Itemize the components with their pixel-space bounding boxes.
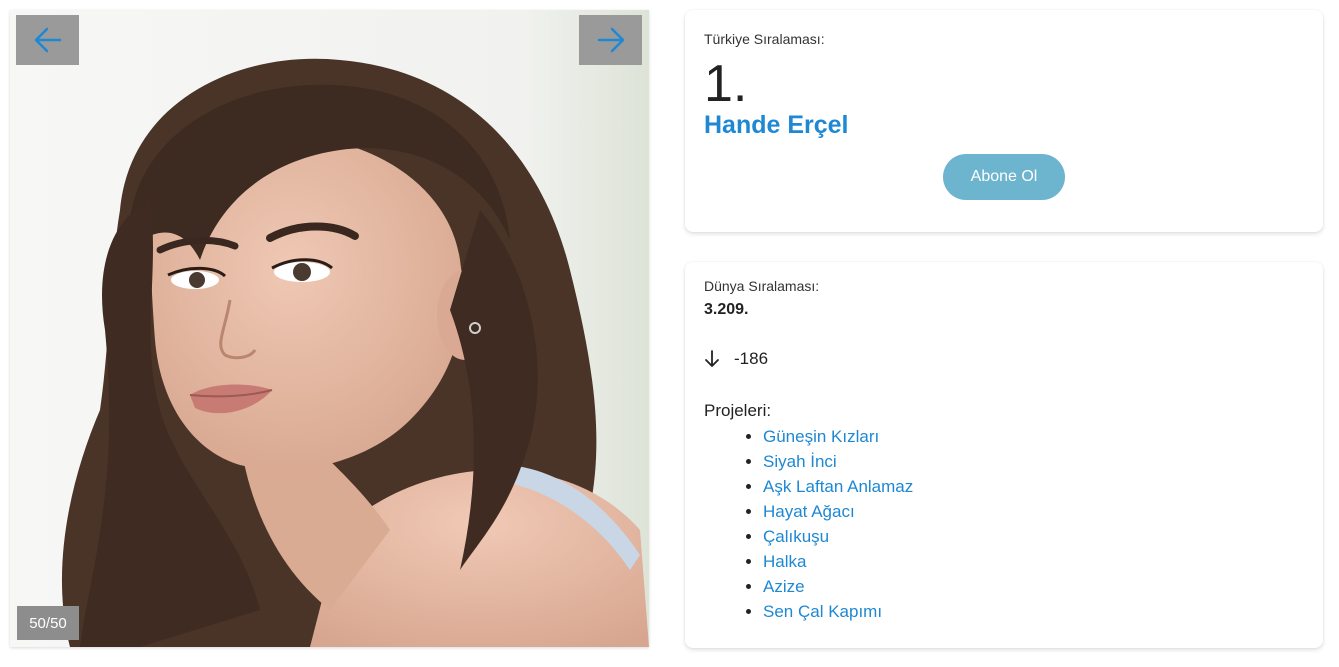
next-photo-button[interactable]: [579, 15, 642, 65]
world-ranking-value: 3.209.: [704, 301, 749, 318]
list-item: Sen Çal Kapımı: [763, 599, 913, 624]
profile-photo: [10, 10, 649, 647]
arrow-right-icon: [597, 27, 624, 53]
world-ranking-card: Dünya Sıralaması: 3.209. -186 Projeleri:…: [685, 262, 1323, 648]
project-link[interactable]: Çalıkuşu: [763, 527, 829, 546]
world-ranking-label: Dünya Sıralaması:: [704, 278, 820, 294]
project-link[interactable]: Azize: [763, 577, 805, 596]
arrow-left-icon: [34, 27, 61, 53]
list-item: Siyah İnci: [763, 449, 913, 474]
list-item: Halka: [763, 549, 913, 574]
project-link[interactable]: Aşk Laftan Anlamaz: [763, 477, 913, 496]
list-item: Hayat Ağacı: [763, 499, 913, 524]
turkey-ranking-label: Türkiye Sıralaması:: [704, 31, 825, 47]
list-item: Aşk Laftan Anlamaz: [763, 474, 913, 499]
project-link[interactable]: Güneşin Kızları: [763, 427, 879, 446]
project-link[interactable]: Halka: [763, 552, 806, 571]
turkey-ranking-value: 1.: [704, 55, 748, 113]
list-item: Azize: [763, 574, 913, 599]
rank-change: -186: [704, 349, 768, 369]
projects-title: Projeleri:: [704, 401, 772, 420]
subscribe-button[interactable]: Abone Ol: [943, 154, 1065, 200]
arrow-down-icon: [705, 350, 719, 367]
project-link[interactable]: Siyah İnci: [763, 452, 837, 471]
person-name: Hande Erçel: [704, 111, 849, 139]
turkey-ranking-card: Türkiye Sıralaması: 1. Hande Erçel Abone…: [685, 10, 1323, 232]
rank-change-value: -186: [734, 349, 769, 368]
list-item: Çalıkuşu: [763, 524, 913, 549]
photo-counter: 50/50: [17, 606, 79, 640]
previous-photo-button[interactable]: [16, 15, 79, 65]
project-link[interactable]: Hayat Ağacı: [763, 502, 855, 521]
list-item: Güneşin Kızları: [763, 424, 913, 449]
project-link[interactable]: Sen Çal Kapımı: [763, 602, 882, 621]
projects-list: Güneşin Kızları Siyah İnci Aşk Laftan An…: [743, 424, 913, 624]
photo-gallery: 50/50: [10, 10, 649, 647]
